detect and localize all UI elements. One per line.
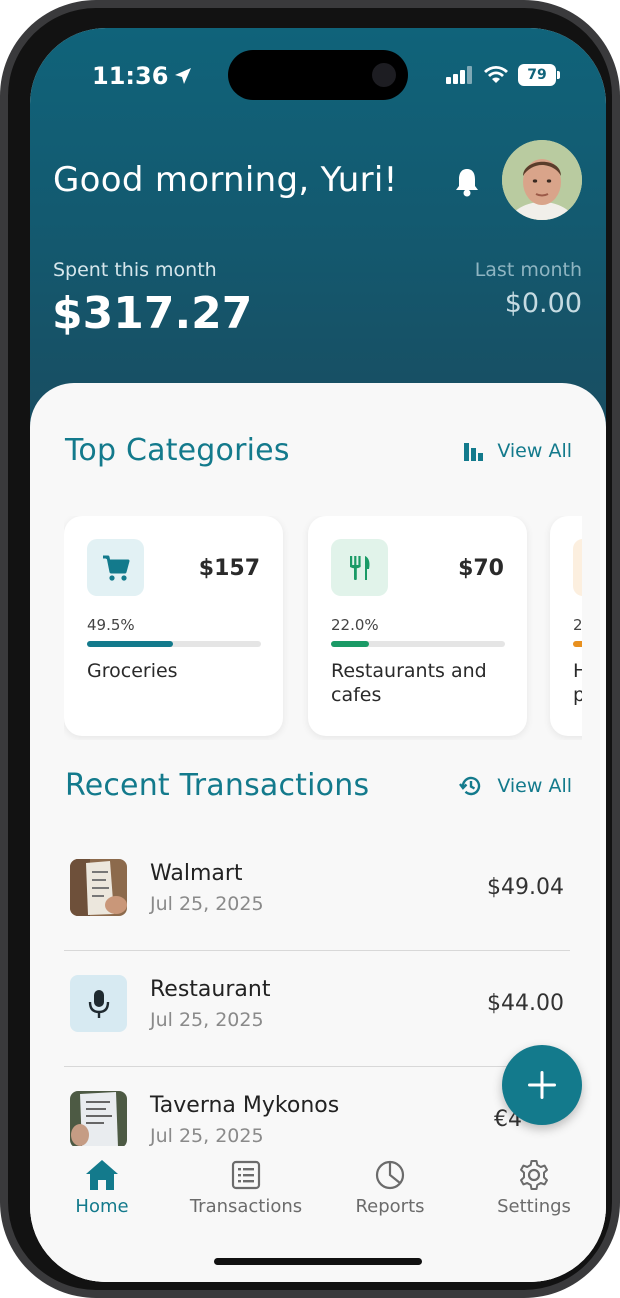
- bar-chart-icon: [464, 443, 484, 461]
- category-progress-fill: [573, 641, 582, 647]
- view-all-label: View All: [497, 775, 572, 797]
- transaction-amount: $44.00: [487, 991, 564, 1016]
- category-progress-fill: [87, 641, 174, 647]
- status-bar-indicators: 79: [446, 64, 560, 86]
- category-amount: $157: [198, 556, 260, 581]
- category-icon-box: [573, 539, 582, 596]
- avatar[interactable]: [502, 140, 582, 220]
- view-all-label: View All: [497, 440, 572, 462]
- top-categories-view-all-button[interactable]: View All: [463, 440, 572, 462]
- receipt-photo: [70, 1091, 127, 1148]
- tab-label: Reports: [355, 1196, 425, 1217]
- tab-settings[interactable]: Settings: [462, 1158, 606, 1217]
- transaction-date: Jul 25, 2025: [150, 893, 264, 915]
- tab-reports[interactable]: Reports: [318, 1158, 462, 1217]
- transaction-row-restaurant[interactable]: Restaurant Jul 25, 2025 $44.00: [64, 951, 570, 1067]
- receipt-thumbnail: [70, 859, 127, 916]
- transaction-row-walmart[interactable]: Walmart Jul 25, 2025 $49.04: [64, 835, 570, 951]
- recent-transactions-title: Recent Transactions: [65, 768, 370, 803]
- category-name: Restaurants and cafes: [331, 660, 487, 706]
- status-time-text: 11:36: [92, 62, 169, 90]
- tab-label: Home: [75, 1196, 129, 1217]
- category-percent: 22.0%: [331, 616, 379, 634]
- signal-icon: [446, 66, 472, 84]
- category-progress-track: [573, 641, 582, 647]
- list-icon: [231, 1160, 261, 1190]
- category-progress-track: [87, 641, 261, 647]
- tab-label: Transactions: [189, 1196, 303, 1217]
- bottom-tab-bar: Home Transactions Reports Settings: [30, 1146, 606, 1282]
- category-carousel[interactable]: $157 49.5% Groceries $70 22.0% Restauran…: [64, 516, 582, 740]
- history-icon: [459, 776, 481, 796]
- receipt-thumbnail: [70, 1091, 127, 1148]
- category-amount: $70: [458, 556, 504, 581]
- app-screen: 11:36 79 Good morning, Yuri! Spent this …: [30, 28, 606, 1282]
- receipt-photo: [70, 859, 127, 916]
- gear-icon: [520, 1160, 548, 1190]
- category-icon-box: [87, 539, 144, 596]
- category-progress-fill: [331, 641, 370, 647]
- category-icon-box: [331, 539, 388, 596]
- microphone-icon: [88, 989, 109, 1018]
- phone-frame: 11:36 79 Good morning, Yuri! Spent this …: [0, 0, 620, 1298]
- recent-transactions-view-all-button[interactable]: View All: [459, 774, 572, 798]
- utensils-icon: [349, 555, 370, 580]
- plus-icon: [528, 1071, 556, 1099]
- home-icon: [86, 1160, 118, 1190]
- location-arrow-icon: [175, 68, 192, 84]
- bell-icon[interactable]: [454, 167, 480, 197]
- home-indicator: [214, 1258, 422, 1265]
- transaction-merchant: Restaurant: [150, 977, 271, 1002]
- status-bar-time: 11:36: [92, 62, 192, 90]
- category-name: Groceries: [87, 660, 178, 682]
- category-card-groceries[interactable]: $157 49.5% Groceries: [64, 516, 283, 736]
- last-month-amount: $0.00: [504, 288, 582, 319]
- transaction-amount: $49.04: [487, 875, 564, 900]
- dynamic-island: [228, 50, 408, 100]
- top-categories-title: Top Categories: [65, 433, 290, 468]
- wifi-icon: [484, 66, 508, 83]
- last-month-label: Last month: [474, 259, 582, 281]
- spent-this-month-label: Spent this month: [53, 259, 217, 281]
- category-progress-track: [331, 641, 505, 647]
- category-card-partial[interactable]: 2 H p: [550, 516, 582, 736]
- transaction-date: Jul 25, 2025: [150, 1125, 264, 1147]
- avatar-photo: [502, 140, 582, 220]
- add-transaction-button[interactable]: [502, 1045, 582, 1125]
- category-percent: 2: [573, 616, 582, 634]
- tab-transactions[interactable]: Transactions: [174, 1158, 318, 1217]
- category-name: H p: [573, 660, 582, 706]
- transaction-merchant: Taverna Mykonos: [150, 1093, 340, 1118]
- transaction-date: Jul 25, 2025: [150, 1009, 264, 1031]
- tab-home[interactable]: Home: [30, 1158, 174, 1217]
- phone-bezel: 11:36 79 Good morning, Yuri! Spent this …: [8, 8, 612, 1290]
- transaction-merchant: Walmart: [150, 861, 243, 886]
- greeting-title: Good morning, Yuri!: [53, 160, 398, 200]
- spent-this-month-amount: $317.27: [52, 288, 253, 339]
- category-card-restaurants[interactable]: $70 22.0% Restaurants and cafes: [308, 516, 527, 736]
- cart-icon: [102, 555, 129, 581]
- battery-indicator: 79: [518, 64, 560, 86]
- pie-chart-icon: [375, 1160, 405, 1190]
- tab-label: Settings: [497, 1196, 571, 1217]
- voice-note-thumbnail: [70, 975, 127, 1032]
- front-camera: [372, 63, 396, 87]
- category-percent: 49.5%: [87, 616, 135, 634]
